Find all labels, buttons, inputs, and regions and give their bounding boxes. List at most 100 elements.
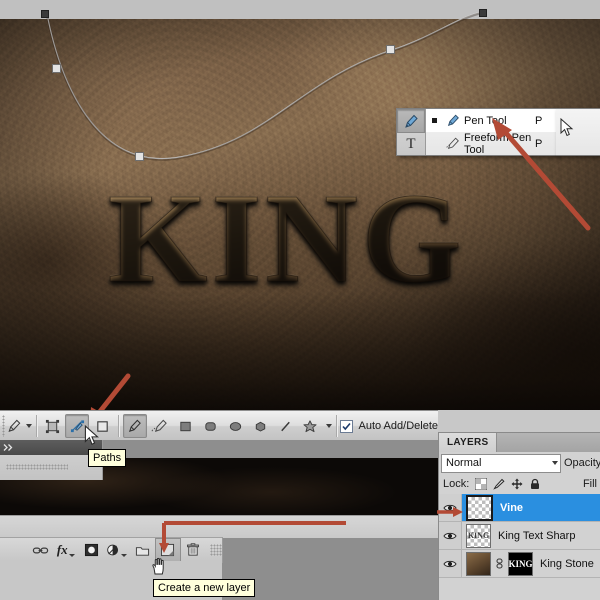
blend-mode-select[interactable]: Normal bbox=[441, 454, 561, 473]
eye-icon bbox=[443, 503, 457, 513]
photoshop-window: KING KING bbox=[0, 0, 600, 600]
layer-visibility-toggle[interactable] bbox=[439, 522, 462, 549]
document-status-strip bbox=[102, 440, 438, 458]
shape-layers-icon bbox=[45, 419, 60, 434]
polygon-tool-button[interactable] bbox=[248, 414, 272, 438]
lock-all-button[interactable] bbox=[528, 478, 541, 491]
custom-shape-icon bbox=[302, 419, 318, 434]
flyout-item-label: Pen Tool bbox=[464, 115, 535, 127]
layer-mask-thumbnail[interactable]: KING bbox=[508, 552, 533, 576]
lock-transparent-pixels-button[interactable] bbox=[474, 478, 487, 491]
folder-icon bbox=[135, 544, 150, 557]
king-artwork-text: KING KING bbox=[108, 163, 538, 323]
ellipse-icon bbox=[228, 419, 243, 434]
panel-grip-dots-icon[interactable] bbox=[6, 464, 68, 470]
paths-button[interactable] bbox=[65, 414, 89, 438]
delete-layer-button[interactable] bbox=[181, 538, 207, 562]
layer-name: King Text Sharp bbox=[498, 530, 575, 542]
polygon-icon bbox=[253, 419, 268, 434]
blend-mode-row: Normal Opacity bbox=[439, 452, 600, 474]
freeform-pen-tool-button[interactable] bbox=[148, 414, 172, 438]
chevron-down-icon bbox=[552, 461, 558, 465]
layer-row-vine[interactable]: Vine bbox=[439, 494, 600, 522]
shape-tools-caret-icon[interactable] bbox=[326, 424, 332, 428]
layers-panel[interactable]: LAYERS Normal Opacity Lock: bbox=[438, 432, 600, 600]
custom-shape-tool-button[interactable] bbox=[298, 414, 322, 438]
path-mode-group bbox=[40, 414, 114, 438]
layer-name: King Stone bbox=[540, 558, 594, 570]
type-tool-slot-button[interactable]: T bbox=[398, 133, 424, 155]
flyout-tool-column: T bbox=[397, 109, 426, 155]
pen-tool-slot-button[interactable] bbox=[397, 109, 425, 133]
fx-icon: fx bbox=[57, 542, 68, 558]
pen-tool-button[interactable] bbox=[123, 414, 147, 438]
line-tool-button[interactable] bbox=[273, 414, 297, 438]
lock-image-pixels-button[interactable] bbox=[492, 478, 505, 491]
lock-label: Lock: bbox=[443, 478, 469, 490]
brush-icon bbox=[493, 478, 505, 490]
flyout-item-shortcut: P bbox=[535, 115, 557, 127]
tool-preset-caret-icon[interactable] bbox=[26, 424, 32, 428]
flyout-item-shortcut: P bbox=[535, 138, 557, 150]
ellipse-tool-button[interactable] bbox=[223, 414, 247, 438]
layer-thumbnail[interactable]: KING bbox=[466, 524, 491, 548]
collapsed-panel-body[interactable] bbox=[0, 455, 102, 479]
create-new-layer-button[interactable] bbox=[155, 538, 181, 562]
options-bar-grip[interactable] bbox=[2, 415, 5, 437]
move-icon bbox=[511, 478, 523, 490]
opacity-label: Opacity bbox=[564, 457, 600, 469]
collapsed-panel-header[interactable] bbox=[0, 440, 102, 455]
rounded-rectangle-icon bbox=[203, 419, 218, 434]
mask-link-icon[interactable] bbox=[494, 555, 505, 573]
layers-panel-tab-bar[interactable]: LAYERS bbox=[439, 433, 600, 452]
fill-pixels-button[interactable] bbox=[90, 414, 114, 438]
pen-tool-icon bbox=[402, 113, 420, 130]
layer-thumbnail[interactable] bbox=[466, 552, 491, 576]
selected-bullet-icon bbox=[426, 118, 442, 123]
layer-row-king-stone[interactable]: KING King Stone bbox=[439, 550, 600, 578]
pen-tool-group bbox=[123, 414, 172, 438]
shape-layers-button[interactable] bbox=[40, 414, 64, 438]
panel-resize-grip-icon[interactable] bbox=[210, 544, 222, 556]
tab-layers[interactable]: LAYERS bbox=[439, 433, 497, 452]
canvas-top-margin bbox=[0, 0, 600, 19]
panel-upper-divider bbox=[0, 515, 438, 538]
tool-preset-picker[interactable] bbox=[5, 414, 23, 438]
paths-icon bbox=[70, 419, 85, 434]
document-canvas[interactable]: KING KING bbox=[0, 0, 600, 410]
pen-tool-icon bbox=[5, 418, 23, 434]
flyout-item-pen-tool[interactable]: Pen Tool P bbox=[426, 109, 557, 132]
layer-thumbnail[interactable] bbox=[466, 495, 493, 521]
adjustment-caret-icon bbox=[121, 554, 127, 557]
paths-tooltip: Paths bbox=[88, 449, 126, 467]
king-word: KING bbox=[108, 163, 538, 313]
flyout-item-label: Freeform Pen Tool bbox=[464, 132, 535, 156]
layer-style-button[interactable]: fx bbox=[53, 538, 79, 562]
add-layer-mask-button[interactable] bbox=[79, 538, 105, 562]
auto-add-delete-checkbox[interactable] bbox=[340, 420, 353, 433]
layer-visibility-toggle[interactable] bbox=[439, 550, 462, 577]
checker-square-icon bbox=[475, 478, 487, 490]
link-icon bbox=[32, 544, 49, 557]
rounded-rectangle-tool-button[interactable] bbox=[198, 414, 222, 438]
layer-mask-label: KING bbox=[509, 559, 533, 569]
layer-row-king-text-sharp[interactable]: KING King Text Sharp bbox=[439, 522, 600, 550]
lock-row: Lock: bbox=[439, 474, 600, 494]
flyout-item-freeform-pen-tool[interactable]: Freeform Pen Tool P bbox=[426, 132, 557, 155]
layer-visibility-toggle[interactable] bbox=[439, 494, 462, 521]
new-group-button[interactable] bbox=[130, 538, 156, 562]
type-tool-icon: T bbox=[406, 136, 415, 153]
new-adjustment-layer-button[interactable] bbox=[104, 538, 130, 562]
freeform-pen-tool-icon bbox=[151, 418, 168, 434]
auto-add-delete-option[interactable]: Auto Add/Delete bbox=[340, 420, 438, 433]
auto-add-delete-label: Auto Add/Delete bbox=[358, 420, 438, 432]
layers-panel-button-bar[interactable]: fx bbox=[0, 537, 223, 563]
pen-tool-icon bbox=[442, 113, 464, 128]
pen-tool-flyout-menu[interactable]: T Pen Tool P bbox=[396, 108, 558, 156]
link-layers-button[interactable] bbox=[27, 538, 53, 562]
lock-position-button[interactable] bbox=[510, 478, 523, 491]
rectangle-tool-button[interactable] bbox=[173, 414, 197, 438]
tool-options-bar[interactable]: Auto Add/Delete bbox=[0, 410, 438, 442]
fill-pixels-icon bbox=[95, 419, 110, 434]
eye-icon bbox=[443, 559, 457, 569]
